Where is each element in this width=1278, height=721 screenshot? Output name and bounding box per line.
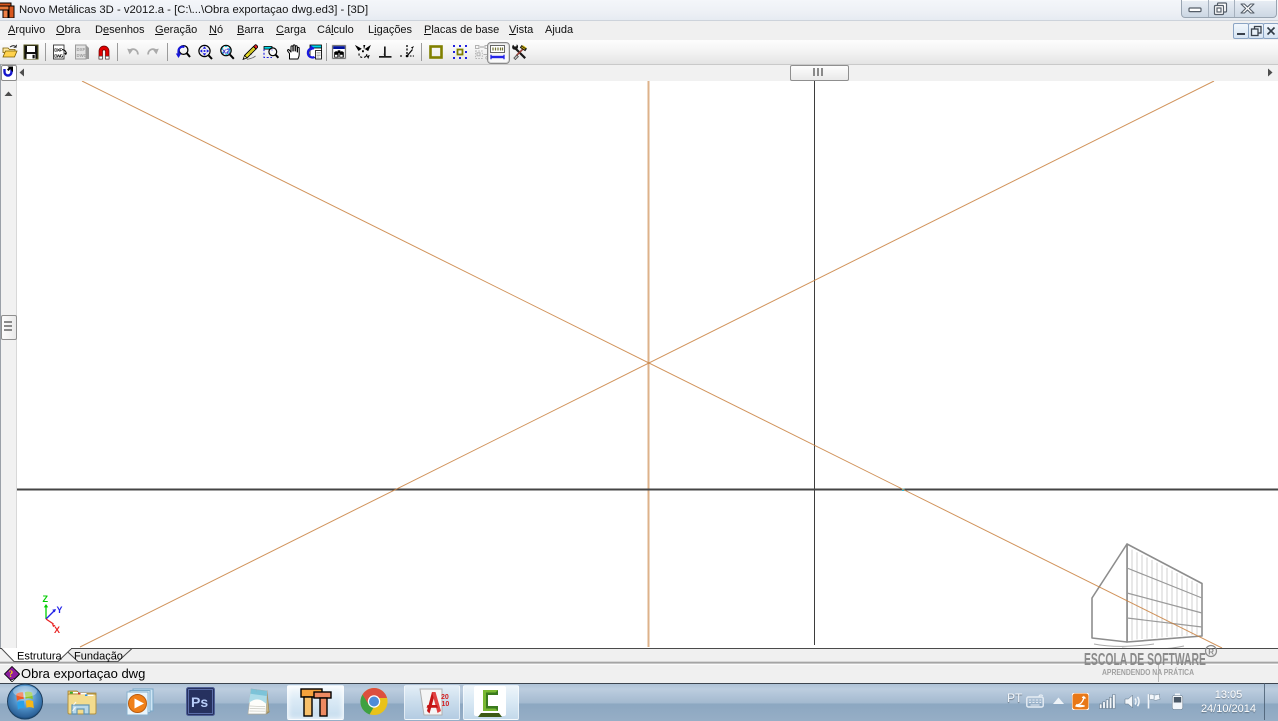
svg-text:R: R (1208, 648, 1214, 657)
svg-text:Z: Z (43, 594, 49, 604)
svg-text:X: X (54, 625, 60, 635)
svg-text:10: 10 (442, 701, 450, 708)
svg-text:20: 20 (441, 694, 449, 701)
svg-text:Y: Y (57, 605, 63, 615)
svg-text:DWG: DWG (54, 54, 63, 59)
svg-text:?: ? (9, 669, 14, 679)
svg-text:Fundação: Fundação (74, 651, 123, 663)
svg-text:DXF: DXF (54, 48, 62, 53)
svg-text:DWG: DWG (77, 53, 88, 58)
svg-text:ESCOLA DE SOFTWARE: ESCOLA DE SOFTWARE (1084, 649, 1206, 669)
svg-text:Estrutura: Estrutura (17, 651, 63, 663)
svg-text:x2: x2 (222, 48, 230, 55)
svg-text:DXF: DXF (77, 47, 86, 52)
svg-text:Ps: Ps (191, 694, 208, 710)
svg-text:APRENDENDO NA PRÁTICA: APRENDENDO NA PRÁTICA (1102, 668, 1194, 677)
